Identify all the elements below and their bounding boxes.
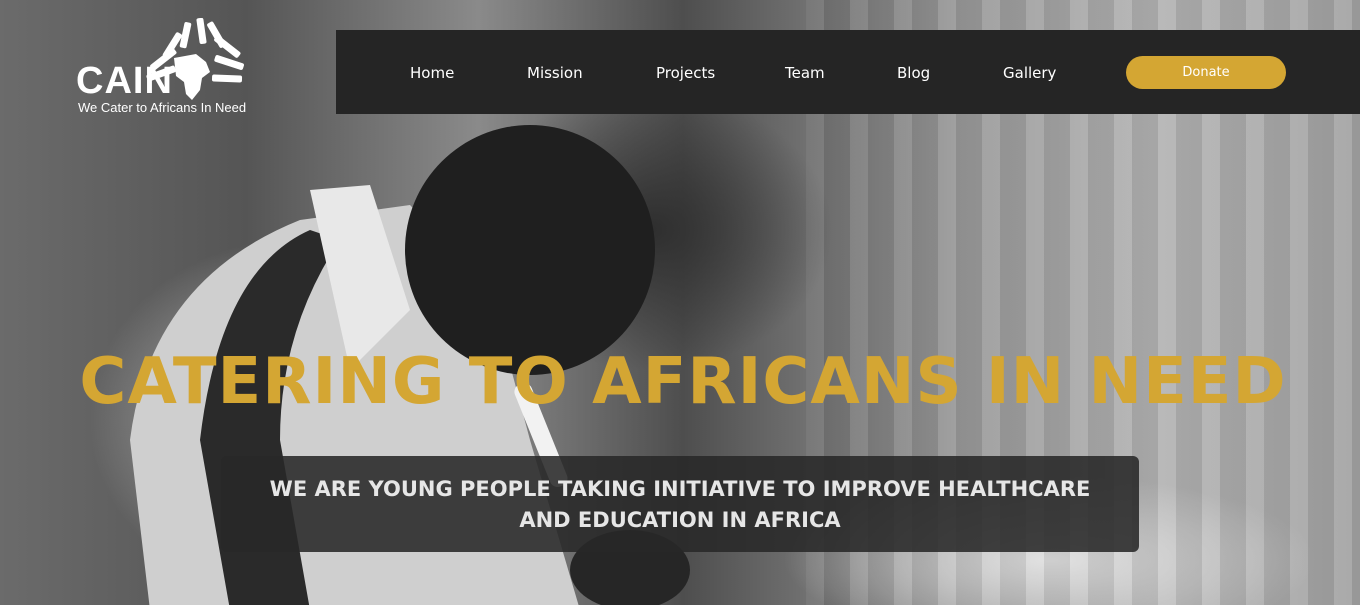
cain-logo[interactable]: CAIN We Cater to Africans In Need [74,18,254,118]
nav-blog-link[interactable]: Blog [897,64,930,82]
main-navbar: Home Mission Projects Team Blog Gallery … [336,30,1360,114]
nav-mission-link[interactable]: Mission [527,64,583,82]
logo-wordmark: CAIN [76,60,173,102]
hero-section: CAIN We Cater to Africans In Need Home M… [0,0,1366,605]
nav-home-link[interactable]: Home [410,64,454,82]
page-edge [1360,0,1366,605]
hero-headline: CATERING TO AFRICANS IN NEED [79,344,1287,419]
nav-gallery-link[interactable]: Gallery [1003,64,1056,82]
nav-team-link[interactable]: Team [785,64,825,82]
nav-projects-link[interactable]: Projects [656,64,715,82]
donate-button[interactable]: Donate [1126,56,1286,89]
hero-subtitle-box: WE ARE YOUNG PEOPLE TAKING INITIATIVE TO… [221,456,1139,552]
hero-subtitle: WE ARE YOUNG PEOPLE TAKING INITIATIVE TO… [269,477,1091,532]
logo-tagline: We Cater to Africans In Need [78,100,247,115]
